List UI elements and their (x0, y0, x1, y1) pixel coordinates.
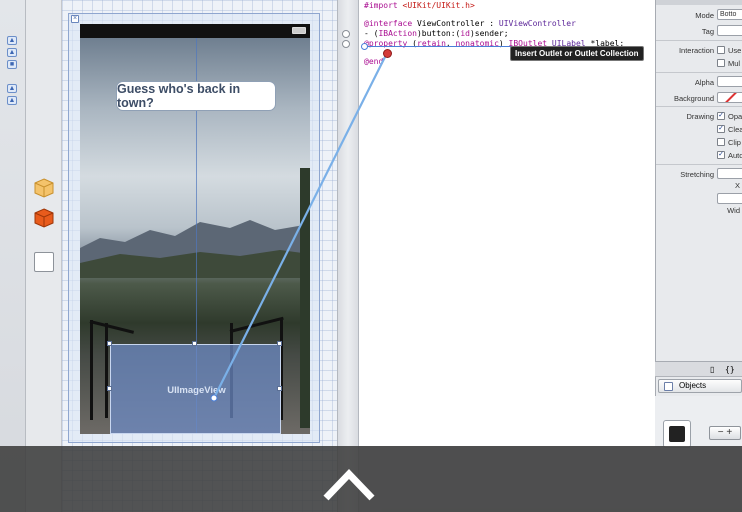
drawing-checkbox[interactable]: ✓ (717, 125, 725, 133)
close-scene-icon[interactable]: × (71, 15, 79, 23)
drawing-checkbox[interactable] (717, 138, 725, 146)
background-label: Background (673, 94, 714, 103)
code-line: #import <UIKit/UIKit.h> (364, 1, 475, 10)
insertion-indicator (364, 46, 512, 47)
alpha-label: Alpha (694, 78, 714, 87)
mode-popup[interactable]: Botto (717, 9, 742, 20)
outline-toggle-icon[interactable]: ▲ (7, 36, 17, 45)
label-text: Guess who's back in town? (117, 82, 241, 110)
drawing-checkbox[interactable]: ✓ (717, 112, 725, 120)
resize-handle[interactable] (107, 386, 112, 391)
stepper-object-icon[interactable]: − + (709, 426, 741, 440)
assistant-editor[interactable]: #import <UIKit/UIKit.h> @interface ViewC… (359, 0, 655, 446)
adjacent-scene-edge (300, 168, 310, 428)
stair-rail (89, 320, 135, 334)
object-library: − + (655, 396, 742, 448)
resize-handle[interactable] (107, 341, 112, 346)
resize-handle[interactable] (192, 341, 197, 346)
alpha-field[interactable] (717, 76, 742, 87)
insert-outlet-tooltip: Insert Outlet or Outlet Collection (510, 46, 644, 61)
file-template-icon[interactable]: ▯ (710, 365, 714, 374)
document-outline-dock: ▲ ▲ ■ ▲ ▲ (0, 0, 26, 512)
first-responder-icon[interactable] (34, 178, 54, 198)
outlet-drop-target-icon[interactable] (383, 49, 392, 58)
stretching-width-label: Wid (727, 206, 740, 215)
library-selector[interactable]: Objects (658, 379, 742, 393)
code-line: - (IBAction)button:(id)sender; (364, 29, 509, 38)
resize-handle[interactable] (277, 341, 282, 346)
mountain-graphic (80, 220, 310, 278)
stretching-x-label: X (734, 181, 740, 190)
section-divider (656, 72, 742, 73)
interaction-label: Interaction (678, 46, 714, 55)
code-line: @interface ViewController : UIViewContro… (364, 19, 576, 28)
code-line: @end (364, 57, 384, 66)
resize-handle[interactable] (277, 386, 282, 391)
editor-splitter[interactable] (337, 0, 359, 512)
outline-toggle-icon[interactable]: ▲ (7, 48, 17, 57)
outline-toggle-icon[interactable]: ■ (7, 60, 17, 69)
insertion-point-icon (361, 43, 368, 50)
library-selector-label: Objects (679, 381, 707, 390)
background-color-well[interactable] (717, 92, 742, 103)
stretching-width-field[interactable] (717, 193, 742, 204)
mode-label: Mode (695, 11, 714, 20)
section-divider (656, 40, 742, 41)
label-element[interactable]: Guess who's back in town? (116, 81, 276, 111)
section-divider (656, 164, 742, 165)
interaction-checkbox[interactable] (717, 46, 725, 54)
drawing-option-label: Auto (728, 151, 742, 160)
stretching-x-field[interactable] (717, 168, 742, 179)
stair-rail (90, 320, 93, 420)
jump-bar-icon[interactable] (342, 30, 350, 38)
library-tab-bar: ▯ {} (655, 361, 742, 377)
interaction-checkbox[interactable] (717, 59, 725, 67)
drawing-option-label: Clip (728, 138, 741, 147)
scene-navigator (26, 0, 62, 512)
jump-bar-icon[interactable] (342, 40, 350, 48)
interaction-option-label: Use (728, 46, 742, 55)
code-snippet-icon[interactable]: {} (725, 365, 735, 374)
toolbar-object-icon (669, 426, 685, 442)
battery-icon (292, 27, 306, 34)
status-bar (80, 24, 310, 38)
tag-field[interactable] (717, 25, 742, 36)
chevron-up-icon[interactable] (322, 466, 376, 504)
stair-rail (105, 323, 108, 418)
stretching-label: Stretching (680, 170, 714, 179)
drawing-label: Drawing (686, 112, 714, 121)
image-view-element[interactable]: UIImageView (110, 344, 281, 434)
drawing-option-label: Clea (728, 125, 742, 134)
stair-rail (229, 316, 284, 333)
inspector-header (656, 0, 742, 5)
image-view-label: UIImageView (167, 385, 226, 396)
library-item-tile[interactable] (663, 420, 691, 448)
view-thumbnail-icon[interactable] (34, 252, 54, 272)
drawing-option-label: Opa (728, 112, 742, 121)
section-divider (656, 106, 742, 107)
view-controller-view[interactable]: Guess who's back in town? UIImageView (80, 24, 310, 434)
view-controller-icon[interactable] (34, 208, 54, 228)
object-library-icon (664, 382, 673, 391)
outline-toggle-icon[interactable]: ▲ (7, 84, 17, 93)
outline-toggle-icon[interactable]: ▲ (7, 96, 17, 105)
tag-label: Tag (701, 27, 714, 36)
drawing-checkbox[interactable]: ✓ (717, 151, 725, 159)
interaction-option-label: Mul (728, 59, 741, 68)
